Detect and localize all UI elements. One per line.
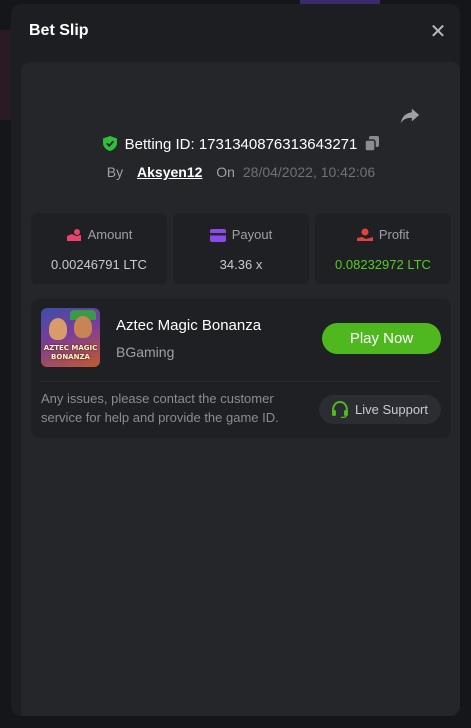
- thumb-title-line1: AZTEC MAGIC: [43, 344, 98, 352]
- close-button[interactable]: ✕: [428, 22, 448, 42]
- betting-id: Betting ID: 1731340876313643271: [124, 136, 358, 153]
- stat-payout: Payout 34.36 x: [173, 213, 309, 284]
- game-provider: BGaming: [116, 344, 175, 360]
- live-support-button[interactable]: Live Support: [319, 395, 441, 424]
- stat-amount-value: 0.00246791 LTC: [51, 257, 147, 272]
- game-thumbnail[interactable]: AZTEC MAGIC BONANZA: [41, 308, 100, 367]
- bet-meta-row: By Aksyen12 On 28/04/2022, 10:42:06: [21, 164, 460, 180]
- stat-profit-value: 0.08232972 LTC: [335, 257, 431, 272]
- share-icon[interactable]: [399, 104, 421, 126]
- modal-title: Bet Slip: [29, 22, 89, 39]
- on-label: On: [216, 164, 235, 180]
- betting-id-row: Betting ID: 1731340876313643271: [21, 136, 460, 153]
- stat-amount-label: Amount: [87, 227, 133, 242]
- background-strip: [0, 30, 11, 120]
- stat-profit: Profit 0.08232972 LTC: [315, 213, 451, 284]
- bet-datetime: 28/04/2022, 10:42:06: [242, 164, 376, 180]
- profit-hand-icon: [356, 228, 373, 241]
- stat-payout-value: 34.36 x: [219, 257, 263, 272]
- play-now-button[interactable]: Play Now: [322, 323, 441, 354]
- support-help-text: Any issues, please contact the customer …: [41, 391, 279, 425]
- thumb-art: [74, 316, 92, 338]
- game-name: Aztec Magic Bonanza: [116, 317, 262, 334]
- stat-amount: Amount 0.00246791 LTC: [31, 213, 167, 284]
- divider: [41, 381, 441, 382]
- bet-slip-modal: Bet Slip ✕ Betting ID: 17313408763136432…: [11, 4, 460, 716]
- headset-icon: [332, 401, 348, 418]
- wallet-icon: [209, 229, 226, 242]
- thumb-art: [49, 318, 67, 340]
- live-support-label: Live Support: [355, 402, 428, 417]
- thumb-title-line2: BONANZA: [51, 353, 90, 361]
- shield-check-icon: [102, 136, 117, 151]
- stat-payout-label: Payout: [231, 227, 273, 242]
- by-label: By: [106, 164, 124, 180]
- copy-icon[interactable]: [365, 136, 380, 151]
- username-link[interactable]: Aksyen12: [137, 164, 202, 180]
- coins-icon: [66, 229, 81, 241]
- stat-profit-label: Profit: [378, 227, 410, 242]
- bet-details-panel: Betting ID: 1731340876313643271 By Aksye…: [21, 62, 460, 716]
- game-card: AZTEC MAGIC BONANZA Aztec Magic Bonanza …: [31, 299, 451, 438]
